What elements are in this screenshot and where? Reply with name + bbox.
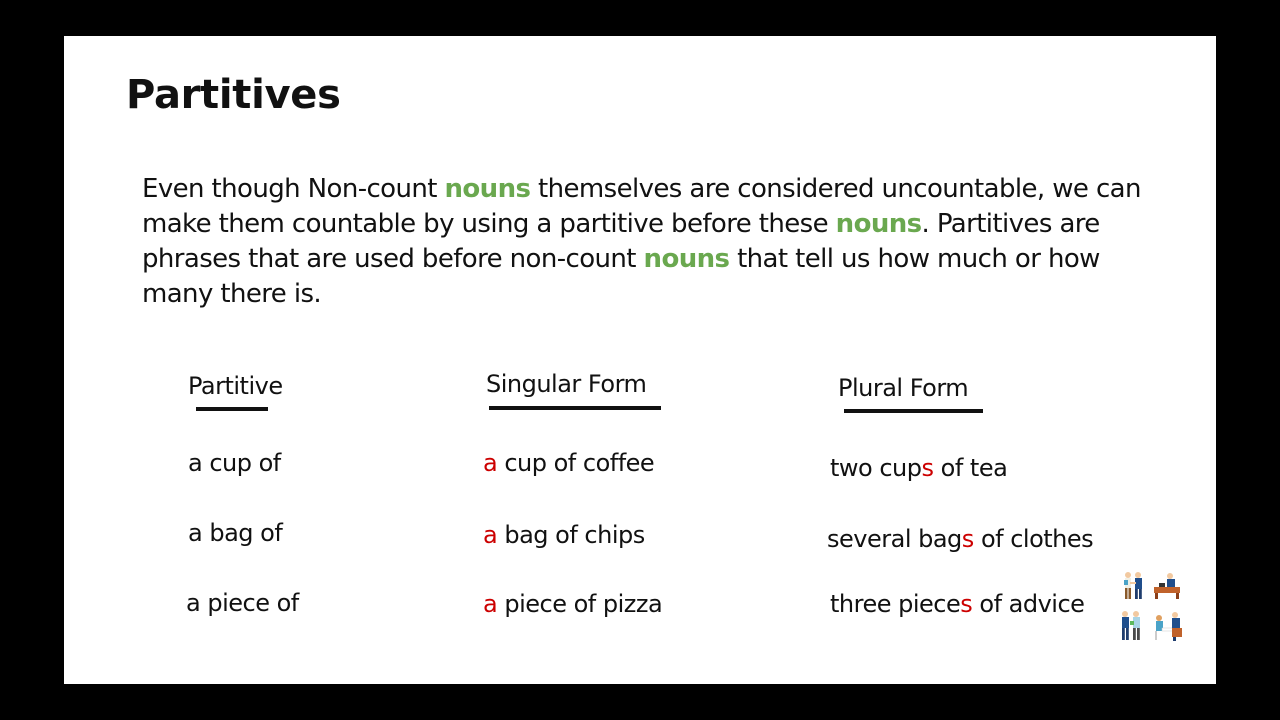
header-singular-form: Singular Form <box>486 370 647 398</box>
article-marker: a <box>483 521 498 549</box>
header-underline <box>489 406 661 410</box>
header-underline <box>196 407 268 411</box>
plural-cell: two cups of tea <box>830 454 1008 482</box>
conversation-figure-icon <box>1122 611 1140 640</box>
singular-cell: a bag of chips <box>483 521 645 549</box>
highlight-word: nouns <box>643 244 730 274</box>
handshake-figure-icon <box>1124 572 1142 599</box>
plural-cell: several bags of clothes <box>827 525 1094 553</box>
header-underline <box>844 409 983 413</box>
partitive-cell: a cup of <box>188 449 281 477</box>
intro-paragraph: Even though Non-count nouns themselves a… <box>142 172 1152 312</box>
article-marker: a <box>483 590 498 618</box>
intro-text: Even though Non-count <box>142 174 445 204</box>
partitive-cell: a piece of <box>186 589 299 617</box>
singular-text: bag of chips <box>497 521 645 549</box>
plural-marker: s <box>921 454 935 482</box>
interview-figure-icon <box>1155 612 1182 641</box>
plural-text: of clothes <box>973 525 1094 553</box>
singular-text: cup of coffee <box>497 449 655 477</box>
highlight-word: nouns <box>444 174 531 204</box>
slide-title: Partitives <box>126 72 341 118</box>
business-people-meeting-icon <box>1122 572 1182 641</box>
partitive-cell: a bag of <box>188 519 283 547</box>
plural-text: of tea <box>933 454 1008 482</box>
plural-marker: s <box>960 590 973 618</box>
article-marker: a <box>483 449 498 477</box>
plural-text: of advice <box>972 590 1085 618</box>
desk-figure-icon <box>1154 573 1180 599</box>
singular-text: piece of pizza <box>497 590 663 618</box>
plural-marker: s <box>961 525 975 553</box>
slide: Partitives Even though Non-count nouns t… <box>64 36 1216 684</box>
highlight-word: nouns <box>835 209 922 239</box>
plural-text: several bag <box>827 525 962 553</box>
singular-cell: a piece of pizza <box>483 590 663 618</box>
header-plural-form: Plural Form <box>838 374 969 402</box>
plural-text: three piece <box>830 590 961 618</box>
singular-cell: a cup of coffee <box>483 449 655 477</box>
header-partitive: Partitive <box>188 372 283 400</box>
plural-text: two cup <box>830 454 922 482</box>
plural-cell: three pieces of advice <box>830 590 1085 618</box>
